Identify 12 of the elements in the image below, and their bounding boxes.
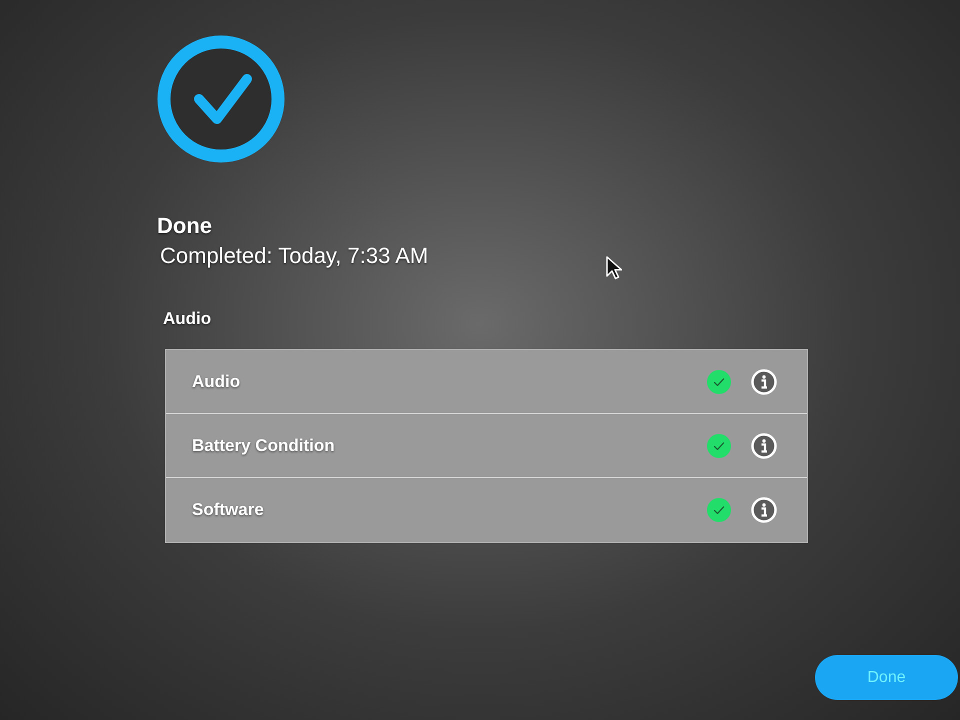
checkmark-circle-icon (157, 35, 285, 163)
done-button[interactable]: Done (815, 655, 958, 700)
test-name: Audio (192, 370, 242, 393)
info-icon[interactable] (751, 497, 777, 523)
test-name: Software (192, 499, 265, 522)
status-title: Done (157, 213, 212, 239)
mouse-pointer-icon (606, 256, 622, 280)
section-heading: Audio (163, 309, 212, 329)
info-icon[interactable] (751, 432, 777, 458)
test-name: Battery Condition (192, 434, 336, 457)
completed-time-text: Completed: Today, 7:33 AM (160, 243, 428, 269)
info-icon[interactable] (751, 368, 777, 394)
